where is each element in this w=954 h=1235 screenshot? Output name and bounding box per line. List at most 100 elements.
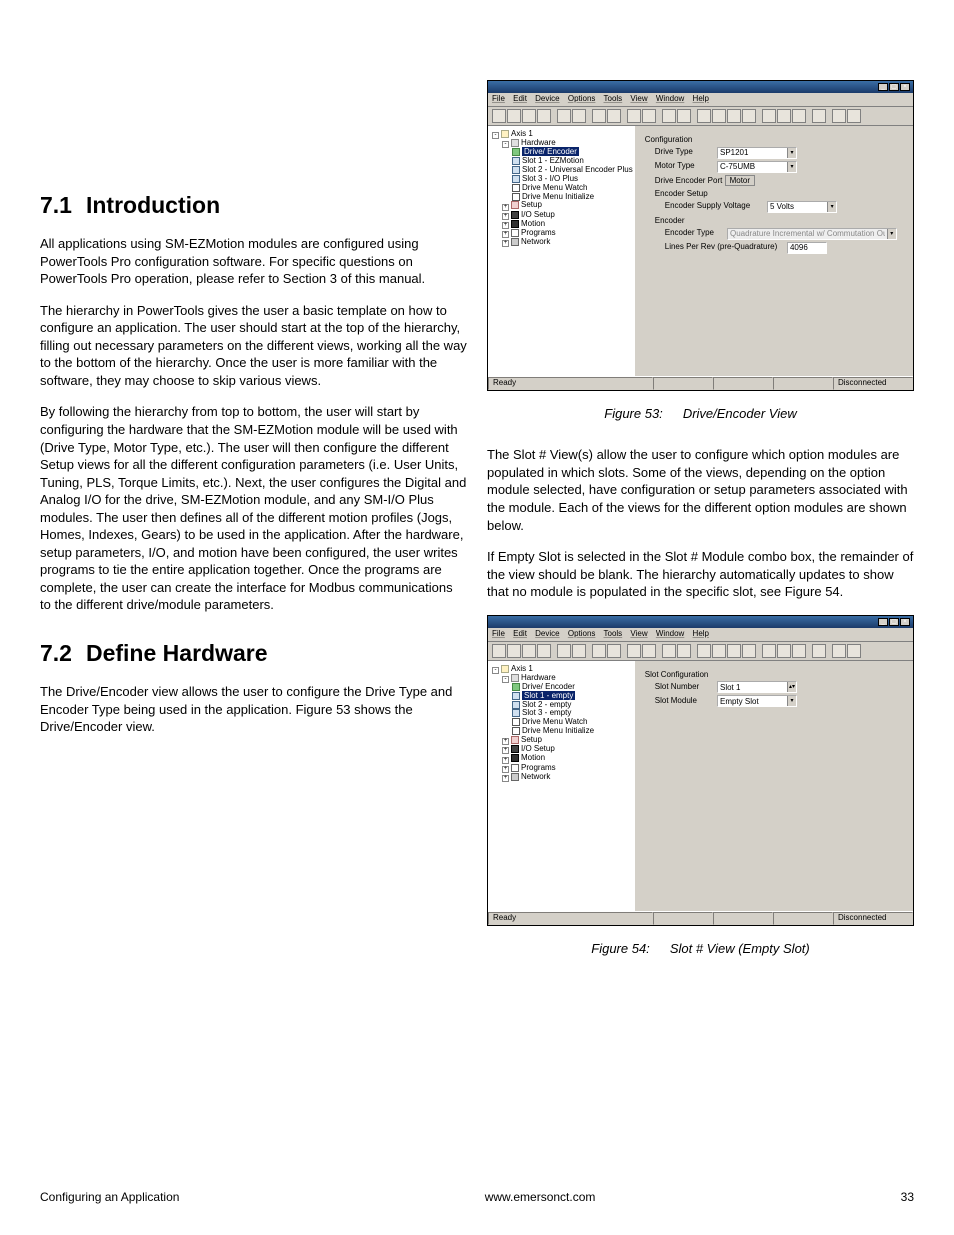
tree-item-programs[interactable]: Programs (521, 228, 556, 237)
maximize-button[interactable]: ▢ (889, 83, 899, 91)
toolbar-button[interactable] (777, 644, 791, 658)
motor-type-combo[interactable]: ▾ (717, 161, 797, 173)
toolbar-button[interactable] (832, 109, 846, 123)
hierarchy-tree[interactable]: -Axis 1 -Hardware Drive/ Encoder Slot 1 … (488, 126, 637, 376)
dropdown-icon[interactable]: ▾ (887, 229, 896, 239)
dropdown-icon[interactable]: ▾ (787, 696, 796, 706)
toolbar-button[interactable] (572, 109, 586, 123)
slot-number-spinner[interactable]: ▴▾ (717, 681, 797, 693)
spinner-icon[interactable]: ▴▾ (787, 682, 796, 692)
toolbar-button[interactable] (592, 109, 606, 123)
tree-item-slot2[interactable]: Slot 2 - empty (522, 700, 571, 709)
toolbar-button[interactable] (492, 644, 506, 658)
slot-module-combo[interactable]: ▾ (717, 695, 797, 707)
menu-help[interactable]: Help (693, 94, 709, 103)
tree-collapse-icon[interactable]: - (502, 141, 509, 148)
toolbar-button[interactable] (557, 644, 571, 658)
tree-expand-icon[interactable]: + (502, 766, 509, 773)
toolbar-button[interactable] (777, 109, 791, 123)
toolbar-button[interactable] (522, 109, 536, 123)
tree-item-dmw[interactable]: Drive Menu Watch (522, 183, 588, 192)
tree-expand-icon[interactable]: + (502, 240, 509, 247)
menu-tools[interactable]: Tools (604, 94, 623, 103)
menu-options[interactable]: Options (568, 629, 596, 638)
tree-collapse-icon[interactable]: - (492, 667, 499, 674)
drive-type-value[interactable] (718, 148, 787, 158)
toolbar-button[interactable] (847, 109, 861, 123)
toolbar-button[interactable] (812, 644, 826, 658)
close-button[interactable]: × (900, 83, 910, 91)
tree-item-hardware[interactable]: Hardware (521, 673, 556, 682)
tree-expand-icon[interactable]: + (502, 204, 509, 211)
slot-number-value[interactable] (718, 682, 787, 692)
toolbar-button[interactable] (742, 644, 756, 658)
tree-item-setup[interactable]: Setup (521, 735, 542, 744)
tree-expand-icon[interactable]: + (502, 222, 509, 229)
toolbar-button[interactable] (607, 644, 621, 658)
maximize-button[interactable]: ▢ (889, 618, 899, 626)
hierarchy-tree[interactable]: -Axis 1 -Hardware Drive/ Encoder Slot 1 … (488, 661, 637, 911)
encoder-type-combo[interactable]: ▾ (727, 228, 897, 240)
menu-device[interactable]: Device (535, 94, 559, 103)
tree-item-io[interactable]: I/O Setup (521, 744, 555, 753)
toolbar-button[interactable] (697, 109, 711, 123)
tree-item-hardware[interactable]: Hardware (521, 138, 556, 147)
encoder-supply-value[interactable] (768, 202, 827, 212)
toolbar-button[interactable] (697, 644, 711, 658)
toolbar-button[interactable] (762, 644, 776, 658)
toolbar-button[interactable] (627, 644, 641, 658)
menu-window[interactable]: Window (656, 629, 684, 638)
toolbar-button[interactable] (727, 109, 741, 123)
toolbar-button[interactable] (662, 644, 676, 658)
tree-item-network[interactable]: Network (521, 237, 550, 246)
tree-item-setup[interactable]: Setup (521, 201, 542, 210)
toolbar-button[interactable] (642, 109, 656, 123)
menu-view[interactable]: View (630, 629, 647, 638)
toolbar-button[interactable] (557, 109, 571, 123)
tree-item-axis[interactable]: Axis 1 (511, 664, 533, 673)
tree-expand-icon[interactable]: + (502, 231, 509, 238)
toolbar-button[interactable] (677, 644, 691, 658)
tree-item-motion[interactable]: Motion (521, 754, 545, 763)
toolbar-button[interactable] (792, 109, 806, 123)
toolbar-button[interactable] (607, 109, 621, 123)
dropdown-icon[interactable]: ▾ (787, 148, 796, 158)
menu-window[interactable]: Window (656, 94, 684, 103)
toolbar-button[interactable] (592, 644, 606, 658)
toolbar-button[interactable] (507, 644, 521, 658)
drive-type-combo[interactable]: ▾ (717, 147, 797, 159)
toolbar-button[interactable] (522, 644, 536, 658)
tree-expand-icon[interactable]: + (502, 775, 509, 782)
tree-item-dmw[interactable]: Drive Menu Watch (522, 717, 588, 726)
toolbar-button[interactable] (712, 644, 726, 658)
toolbar-button[interactable] (712, 109, 726, 123)
menu-help[interactable]: Help (693, 629, 709, 638)
dropdown-icon[interactable]: ▾ (827, 202, 836, 212)
tree-collapse-icon[interactable]: - (492, 132, 499, 139)
tree-item-slot2[interactable]: Slot 2 - Universal Encoder Plus (522, 165, 633, 174)
toolbar-button[interactable] (742, 109, 756, 123)
toolbar-button[interactable] (537, 644, 551, 658)
tree-collapse-icon[interactable]: - (502, 676, 509, 683)
toolbar-button[interactable] (727, 644, 741, 658)
tree-item-network[interactable]: Network (521, 772, 550, 781)
menu-view[interactable]: View (630, 94, 647, 103)
tree-item-slot3[interactable]: Slot 3 - empty (522, 709, 571, 718)
tree-item-slot3[interactable]: Slot 3 - I/O Plus (522, 174, 578, 183)
tree-item-drive-encoder[interactable]: Drive/ Encoder (522, 147, 579, 156)
menu-options[interactable]: Options (568, 94, 596, 103)
tree-expand-icon[interactable]: + (502, 213, 509, 220)
tree-item-io[interactable]: I/O Setup (521, 210, 555, 219)
lines-per-rev-value[interactable] (788, 243, 826, 253)
motor-type-value[interactable] (718, 162, 787, 172)
toolbar-button[interactable] (662, 109, 676, 123)
dropdown-icon[interactable]: ▾ (787, 162, 796, 172)
tree-item-programs[interactable]: Programs (521, 763, 556, 772)
toolbar-button[interactable] (677, 109, 691, 123)
toolbar-button[interactable] (812, 109, 826, 123)
tree-item-slot1[interactable]: Slot 1 - empty (522, 691, 575, 700)
menu-edit[interactable]: Edit (513, 94, 527, 103)
tree-expand-icon[interactable]: + (502, 738, 509, 745)
tree-item-motion[interactable]: Motion (521, 219, 545, 228)
tree-item-slot1[interactable]: Slot 1 - EZMotion (522, 156, 584, 165)
